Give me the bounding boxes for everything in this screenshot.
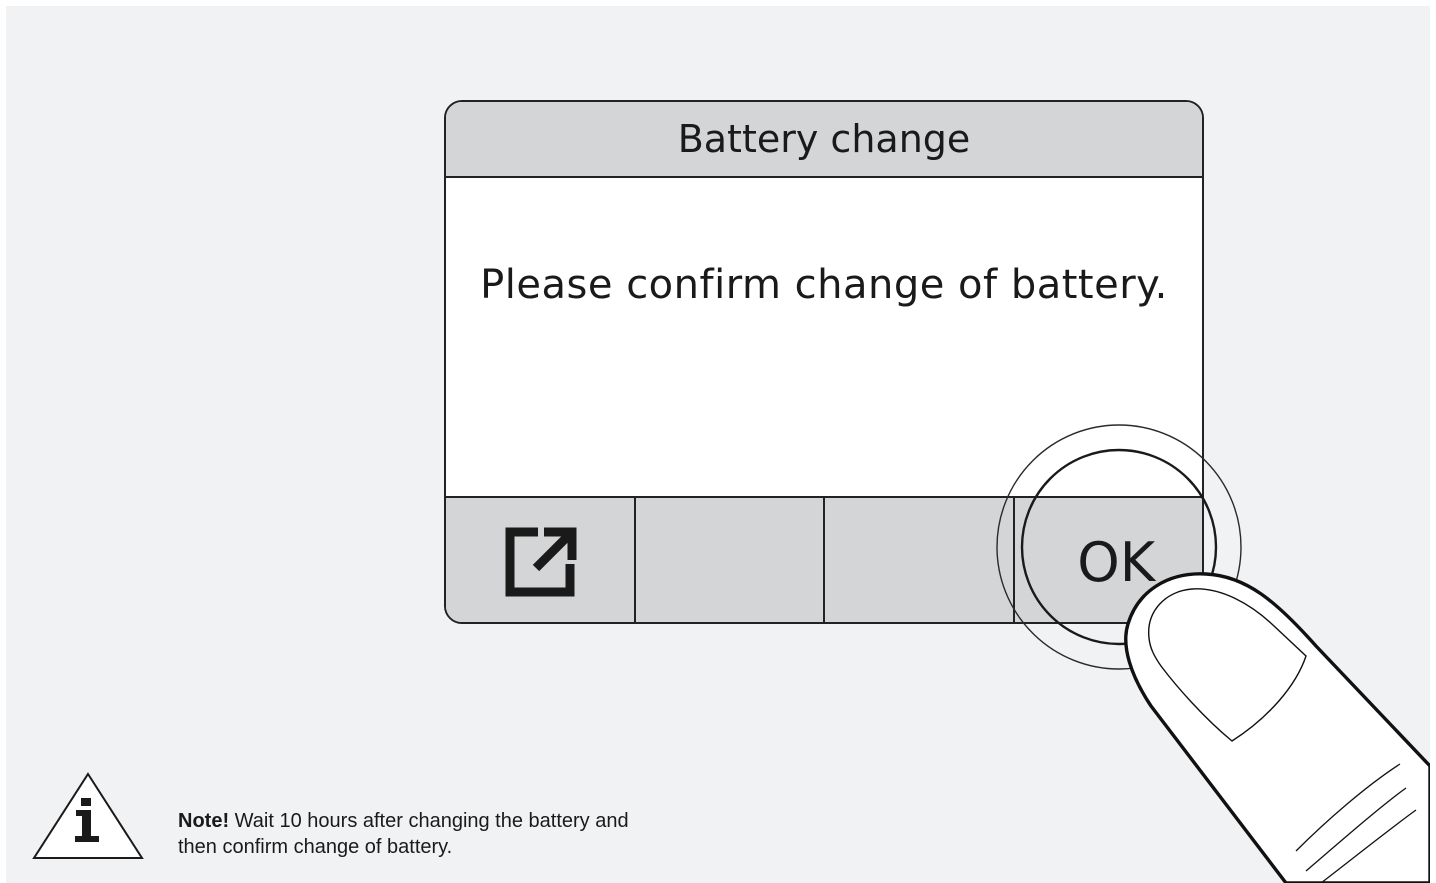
dialog-title: Battery change [446, 102, 1202, 178]
softkey-3[interactable] [825, 498, 1015, 622]
battery-change-dialog: Battery change Please confirm change of … [444, 100, 1204, 624]
softkey-bar: OK [446, 496, 1202, 622]
softkey-external-link[interactable] [446, 498, 636, 622]
illustration-canvas: Battery change Please confirm change of … [6, 6, 1430, 883]
note-label: Note! [178, 810, 230, 832]
dialog-message: Please confirm change of battery. [480, 262, 1168, 308]
info-warning-icon [32, 772, 144, 859]
ok-label: OK [1077, 530, 1156, 594]
ok-button[interactable]: OK [1014, 498, 1202, 622]
note-text: Note! Wait 10 hours after changing the b… [178, 808, 629, 860]
external-link-icon [505, 527, 577, 597]
note-line-2: then confirm change of battery. [178, 836, 453, 858]
dialog-body: Please confirm change of battery. [446, 178, 1202, 498]
softkey-2[interactable] [635, 498, 825, 622]
note-line-1: Wait 10 hours after changing the battery… [229, 810, 629, 832]
